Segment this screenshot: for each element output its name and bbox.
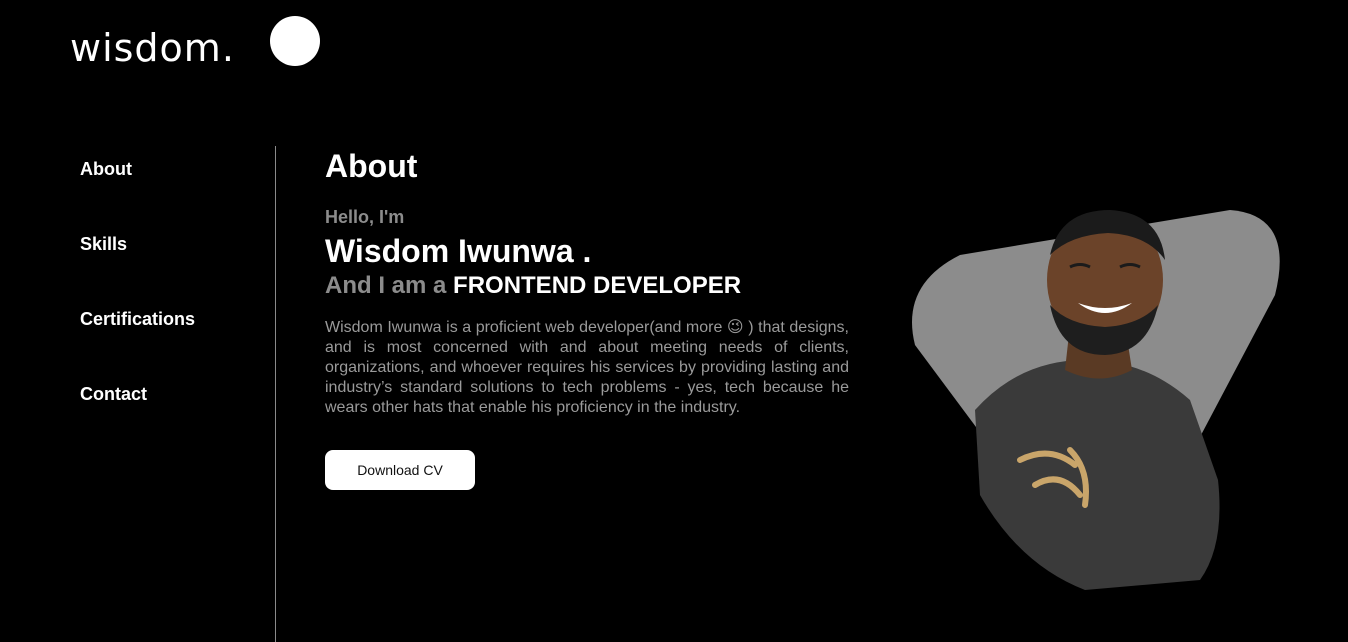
sidebar-divider bbox=[275, 146, 276, 642]
sidebar-item-skills[interactable]: Skills bbox=[80, 233, 195, 255]
role-prefix: And I am a bbox=[325, 272, 454, 299]
role-title: FRONTEND DEVELOPER bbox=[453, 272, 742, 299]
download-cv-button[interactable]: Download CV bbox=[325, 450, 475, 490]
sidebar-item-about[interactable]: About bbox=[80, 158, 195, 180]
person-name: Wisdom Iwunwa . bbox=[325, 233, 592, 269]
site-logo[interactable]: wisdom. bbox=[70, 28, 235, 68]
sidebar-item-certifications[interactable]: Certifications bbox=[80, 308, 195, 330]
bio-paragraph: Wisdom Iwunwa is a proficient web develo… bbox=[325, 319, 849, 416]
sidebar-item-contact[interactable]: Contact bbox=[80, 383, 195, 405]
role-line: And I am a FRONTEND DEVELOPER bbox=[325, 270, 849, 302]
greeting-text: Hello, I'm bbox=[325, 207, 405, 227]
page-title: About bbox=[325, 148, 418, 184]
sidebar-nav: About Skills Certifications Contact bbox=[80, 158, 195, 458]
portrait-shirt bbox=[975, 360, 1220, 590]
profile-photo-icon bbox=[912, 210, 1280, 590]
about-section: About Hello, I'm Wisdom Iwunwa . And I a… bbox=[325, 146, 849, 490]
theme-toggle-button[interactable] bbox=[270, 16, 320, 66]
page: wisdom. About Skills Certifications Cont… bbox=[0, 0, 1348, 642]
